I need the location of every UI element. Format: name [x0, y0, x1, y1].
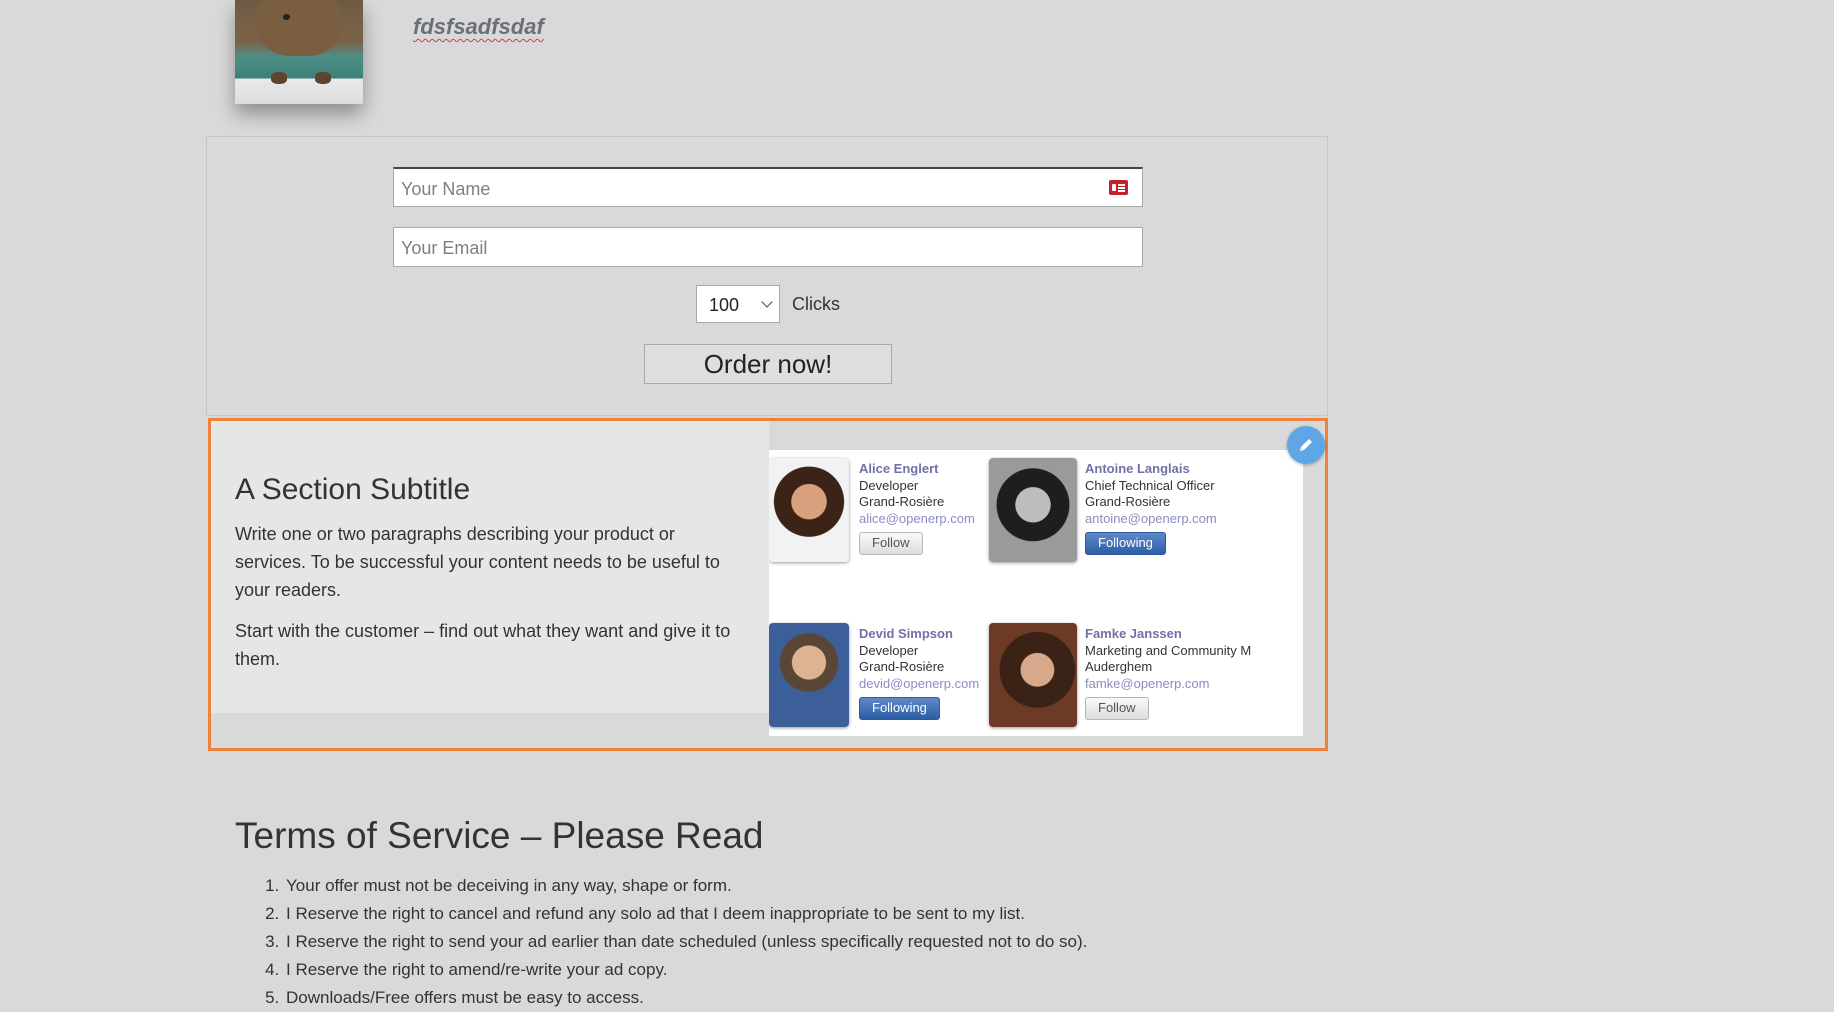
feature-paragraph-2[interactable]: Start with the customer – find out what … — [235, 617, 745, 673]
follow-button: Follow — [1085, 697, 1149, 720]
follow-button: Follow — [859, 532, 923, 555]
contact-title: Marketing and Community M — [1085, 642, 1252, 658]
contact-card: Famke Janssen Marketing and Community M … — [989, 623, 1259, 733]
contact-email: devid@openerp.com — [859, 675, 980, 691]
name-placeholder: Your Name — [401, 179, 491, 199]
feature-text-block: A Section Subtitle Write one or two para… — [211, 421, 769, 713]
tos-item[interactable]: I Reserve the right to send your ad earl… — [284, 928, 1087, 956]
order-now-button[interactable]: Order now! — [644, 344, 892, 384]
contact-avatar — [989, 458, 1077, 562]
email-placeholder: Your Email — [401, 238, 488, 258]
contact-title: Developer — [859, 477, 919, 493]
tos-item[interactable]: I Reserve the right to amend/re-write yo… — [284, 956, 1087, 984]
contact-location: Grand-Rosière — [859, 659, 945, 674]
contact-email: antoine@openerp.com — [1085, 510, 1217, 526]
contact-name: Famke Janssen — [1085, 626, 1182, 641]
contact-card: Antoine Langlais Chief Technical Officer… — [989, 458, 1259, 568]
contact-location: Auderghem — [1085, 659, 1153, 674]
contact-avatar — [769, 623, 849, 727]
contact-name: Alice Englert — [859, 461, 939, 476]
contact-title: Developer — [859, 642, 919, 658]
tos-list: Your offer must not be deceiving in any … — [262, 872, 1087, 1012]
contact-email: alice@openerp.com — [859, 510, 975, 526]
section-subtitle[interactable]: A Section Subtitle — [235, 473, 470, 507]
pencil-icon — [1300, 439, 1312, 451]
contact-name: Antoine Langlais — [1085, 461, 1190, 476]
chevron-down-icon — [761, 296, 773, 308]
tos-title[interactable]: Terms of Service – Please Read — [235, 815, 764, 857]
edit-button[interactable] — [1287, 426, 1325, 464]
email-field[interactable]: Your Email — [393, 227, 1143, 267]
contact-avatar — [989, 623, 1077, 727]
clicks-label: Clicks — [792, 294, 840, 314]
profile-name[interactable]: fdsfsadfsdaf — [413, 14, 544, 40]
clicks-select[interactable]: 100 — [696, 285, 780, 323]
contact-avatar — [769, 458, 849, 562]
tos-item[interactable]: Downloads/Free offers must be easy to ac… — [284, 984, 1087, 1012]
following-button: Following — [859, 697, 940, 720]
tos-item[interactable]: Your offer must not be deceiving in any … — [284, 872, 1087, 900]
contact-location: Grand-Rosière — [859, 494, 945, 509]
tos-item[interactable]: I Reserve the right to cancel and refund… — [284, 900, 1087, 928]
following-button: Following — [1085, 532, 1166, 555]
name-field[interactable]: Your Name — [393, 167, 1143, 207]
contact-email: famke@openerp.com — [1085, 675, 1210, 691]
contact-name: Devid Simpson — [859, 626, 953, 641]
contacts-image[interactable]: Alice Englert Developer Grand-Rosière al… — [769, 450, 1303, 736]
contact-location: Grand-Rosière — [1085, 494, 1171, 509]
profile-photo — [235, 0, 363, 104]
feature-paragraph-1[interactable]: Write one or two paragraphs describing y… — [235, 520, 745, 604]
id-card-icon[interactable] — [1109, 180, 1128, 195]
clicks-value: 100 — [709, 295, 740, 315]
feature-section[interactable]: A Section Subtitle Write one or two para… — [208, 418, 1328, 751]
contact-title: Chief Technical Officer — [1085, 477, 1215, 493]
